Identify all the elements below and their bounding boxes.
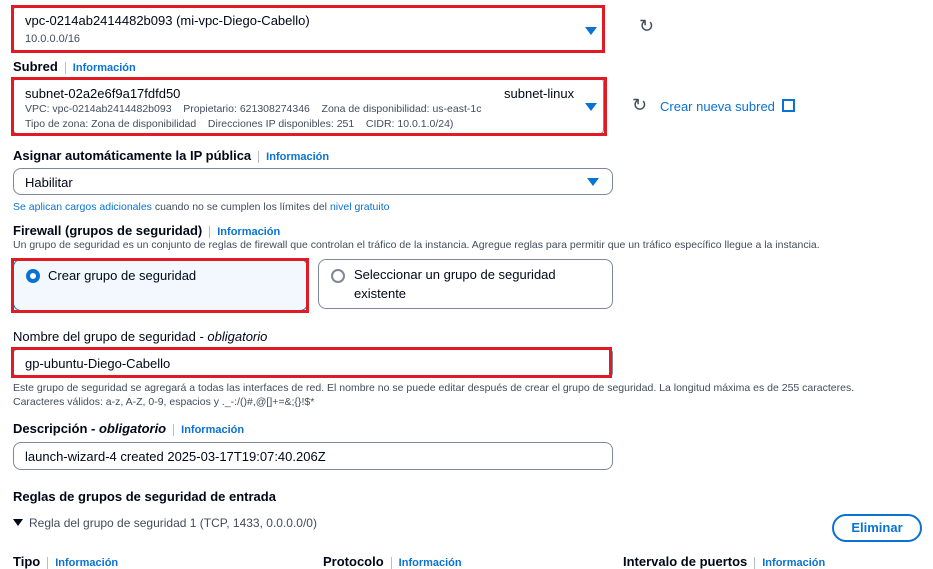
firewall-label-row: Firewall (grupos de seguridad) Informació… [13, 223, 280, 238]
radio-select-existing-sg[interactable]: Seleccionar un grupo de seguridad existe… [318, 259, 613, 309]
refresh-vpc-icon[interactable]: ↻ [639, 16, 654, 37]
divider [64, 61, 66, 74]
rule-expander[interactable]: Regla del grupo de seguridad 1 (TCP, 143… [13, 516, 317, 530]
divider [173, 423, 175, 436]
description-required: obligatorio [98, 421, 167, 436]
remove-rule-button[interactable]: Eliminar [832, 514, 922, 542]
col-protocol-info[interactable]: Información [399, 557, 462, 569]
caret-down-icon [587, 178, 599, 186]
sg-name-required: obligatorio [207, 329, 268, 344]
free-tier-link[interactable]: nivel gratuito [330, 201, 390, 213]
caret-down-filled-icon [13, 519, 23, 526]
radio-select-sg-label1: Seleccionar un grupo de seguridad [354, 267, 556, 282]
description-value: launch-wizard-4 created 2025-03-17T19:07… [25, 449, 326, 464]
divider [258, 150, 260, 163]
note-text: cuando no se cumplen los límites del [151, 201, 330, 213]
radio-select-sg-label2: existente [354, 286, 407, 301]
external-link-icon [781, 99, 795, 112]
public-ip-info-link[interactable]: Información [266, 151, 329, 163]
highlight-vpc [11, 5, 605, 53]
divider [390, 556, 392, 569]
sg-name-label: Nombre del grupo de seguridad - obligato… [13, 329, 267, 344]
sg-name-help2: Caracteres válidos: a-z, A-Z, 0-9, espac… [13, 396, 315, 408]
refresh-subnet-icon[interactable]: ↻ [632, 95, 647, 116]
firewall-label: Firewall (grupos de seguridad) [13, 223, 203, 238]
sg-name-help1: Este grupo de seguridad se agregará a to… [13, 382, 855, 394]
create-subnet-label: Crear nueva subred [660, 99, 775, 114]
highlight-subnet [11, 77, 607, 136]
firewall-description: Un grupo de seguridad es un conjunto de … [13, 239, 820, 251]
description-label-row: Descripción - obligatorio Información [13, 421, 244, 436]
create-subnet-link[interactable]: Crear nueva subred [660, 98, 795, 114]
description-label: Descripción - [13, 421, 99, 436]
public-ip-note: Se aplican cargos adicionales cuando no … [13, 201, 389, 213]
subnet-label: Subred [13, 59, 58, 74]
divider [47, 556, 49, 569]
inbound-rules-title: Reglas de grupos de seguridad de entrada [13, 489, 276, 504]
charges-link[interactable]: Se aplican cargos adicionales [13, 201, 152, 213]
col-type-info[interactable]: Información [55, 557, 118, 569]
public-ip-label: Asignar automáticamente la IP pública [13, 148, 252, 163]
divider [754, 556, 756, 569]
col-ports-info[interactable]: Información [762, 557, 825, 569]
description-input[interactable]: launch-wizard-4 created 2025-03-17T19:07… [13, 442, 613, 470]
subnet-info-link[interactable]: Información [73, 62, 136, 74]
divider [209, 225, 211, 238]
public-ip-label-row: Asignar automáticamente la IP pública Inf… [13, 148, 329, 163]
firewall-info-link[interactable]: Información [217, 226, 280, 238]
radio-unselected-icon [331, 269, 345, 283]
description-info-link[interactable]: Información [181, 424, 244, 436]
highlight-sg-name [11, 347, 612, 378]
sg-name-label-text: Nombre del grupo de seguridad - [13, 329, 208, 344]
public-ip-select[interactable]: Habilitar [13, 168, 613, 195]
public-ip-value: Habilitar [25, 175, 73, 190]
subnet-label-row: Subred Información [13, 59, 136, 74]
highlight-create-sg [11, 258, 309, 313]
rule-1-label: Regla del grupo de seguridad 1 (TCP, 143… [29, 516, 317, 530]
